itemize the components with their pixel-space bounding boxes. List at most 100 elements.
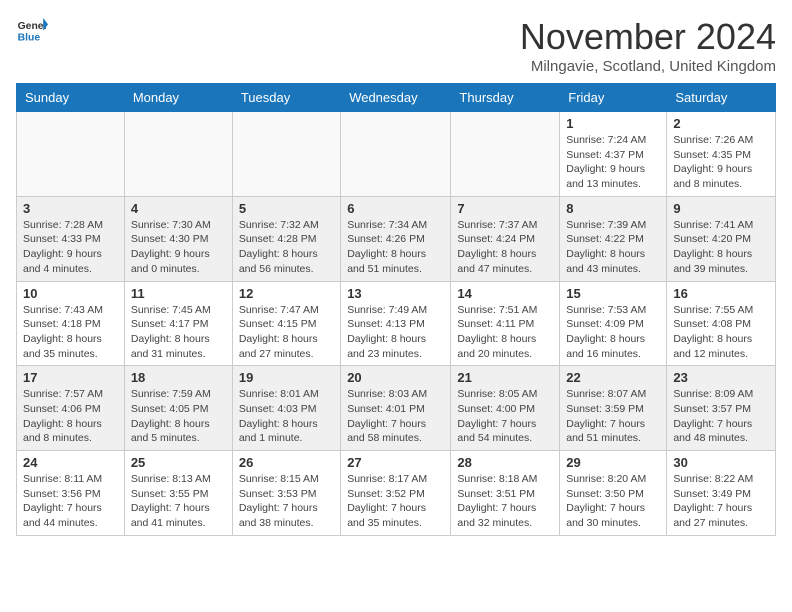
header: General Blue November 2024 Milngavie, Sc… xyxy=(16,16,776,75)
page: General Blue November 2024 Milngavie, Sc… xyxy=(0,0,792,552)
day-info: Sunrise: 7:43 AM Sunset: 4:18 PM Dayligh… xyxy=(23,303,118,362)
day-info: Sunrise: 8:17 AM Sunset: 3:52 PM Dayligh… xyxy=(347,472,444,531)
calendar-cell: 21 Sunrise: 8:05 AM Sunset: 4:00 PM Dayli… xyxy=(451,366,560,451)
day-info: Sunrise: 7:45 AM Sunset: 4:17 PM Dayligh… xyxy=(131,303,226,362)
day-info: Sunrise: 8:05 AM Sunset: 4:00 PM Dayligh… xyxy=(457,387,553,446)
day-number: 22 xyxy=(566,370,660,385)
day-info: Sunrise: 7:39 AM Sunset: 4:22 PM Dayligh… xyxy=(566,218,660,277)
calendar-cell: 12 Sunrise: 7:47 AM Sunset: 4:15 PM Dayli… xyxy=(232,281,340,366)
day-info: Sunrise: 8:18 AM Sunset: 3:51 PM Dayligh… xyxy=(457,472,553,531)
day-info: Sunrise: 8:11 AM Sunset: 3:56 PM Dayligh… xyxy=(23,472,118,531)
day-number: 4 xyxy=(131,201,226,216)
calendar-cell: 4 Sunrise: 7:30 AM Sunset: 4:30 PM Daylig… xyxy=(124,196,232,281)
day-info: Sunrise: 7:26 AM Sunset: 4:35 PM Dayligh… xyxy=(673,133,769,192)
calendar: Sunday Monday Tuesday Wednesday Thursday… xyxy=(16,83,776,536)
month-title: November 2024 xyxy=(520,16,776,58)
calendar-cell: 19 Sunrise: 8:01 AM Sunset: 4:03 PM Dayli… xyxy=(232,366,340,451)
col-monday: Monday xyxy=(124,84,232,112)
day-info: Sunrise: 7:47 AM Sunset: 4:15 PM Dayligh… xyxy=(239,303,334,362)
day-info: Sunrise: 7:41 AM Sunset: 4:20 PM Dayligh… xyxy=(673,218,769,277)
calendar-cell xyxy=(124,112,232,197)
day-info: Sunrise: 7:57 AM Sunset: 4:06 PM Dayligh… xyxy=(23,387,118,446)
calendar-cell: 7 Sunrise: 7:37 AM Sunset: 4:24 PM Daylig… xyxy=(451,196,560,281)
calendar-cell: 16 Sunrise: 7:55 AM Sunset: 4:08 PM Dayli… xyxy=(667,281,776,366)
day-number: 26 xyxy=(239,455,334,470)
day-info: Sunrise: 7:32 AM Sunset: 4:28 PM Dayligh… xyxy=(239,218,334,277)
day-info: Sunrise: 7:34 AM Sunset: 4:26 PM Dayligh… xyxy=(347,218,444,277)
col-sunday: Sunday xyxy=(17,84,125,112)
day-number: 9 xyxy=(673,201,769,216)
calendar-cell: 1Sunrise: 7:24 AM Sunset: 4:37 PM Daylig… xyxy=(560,112,667,197)
calendar-cell xyxy=(451,112,560,197)
day-info: Sunrise: 7:51 AM Sunset: 4:11 PM Dayligh… xyxy=(457,303,553,362)
day-info: Sunrise: 8:13 AM Sunset: 3:55 PM Dayligh… xyxy=(131,472,226,531)
col-thursday: Thursday xyxy=(451,84,560,112)
calendar-cell: 22 Sunrise: 8:07 AM Sunset: 3:59 PM Dayli… xyxy=(560,366,667,451)
calendar-cell: 24 Sunrise: 8:11 AM Sunset: 3:56 PM Dayli… xyxy=(17,451,125,536)
day-number: 2 xyxy=(673,116,769,131)
day-number: 16 xyxy=(673,286,769,301)
col-wednesday: Wednesday xyxy=(341,84,451,112)
day-number: 28 xyxy=(457,455,553,470)
calendar-week-4: 17Sunrise: 7:57 AM Sunset: 4:06 PM Dayli… xyxy=(17,366,776,451)
calendar-week-5: 24 Sunrise: 8:11 AM Sunset: 3:56 PM Dayli… xyxy=(17,451,776,536)
calendar-cell: 13 Sunrise: 7:49 AM Sunset: 4:13 PM Dayli… xyxy=(341,281,451,366)
day-info: Sunrise: 7:55 AM Sunset: 4:08 PM Dayligh… xyxy=(673,303,769,362)
day-number: 13 xyxy=(347,286,444,301)
calendar-week-2: 3 Sunrise: 7:28 AM Sunset: 4:33 PM Daylig… xyxy=(17,196,776,281)
day-number: 3 xyxy=(23,201,118,216)
calendar-cell: 26 Sunrise: 8:15 AM Sunset: 3:53 PM Dayli… xyxy=(232,451,340,536)
day-number: 5 xyxy=(239,201,334,216)
calendar-cell: 20 Sunrise: 8:03 AM Sunset: 4:01 PM Dayli… xyxy=(341,366,451,451)
day-number: 25 xyxy=(131,455,226,470)
calendar-cell: 2 Sunrise: 7:26 AM Sunset: 4:35 PM Daylig… xyxy=(667,112,776,197)
calendar-cell: 17Sunrise: 7:57 AM Sunset: 4:06 PM Dayli… xyxy=(17,366,125,451)
day-number: 6 xyxy=(347,201,444,216)
day-info: Sunrise: 8:09 AM Sunset: 3:57 PM Dayligh… xyxy=(673,387,769,446)
calendar-cell: 8Sunrise: 7:39 AM Sunset: 4:22 PM Daylig… xyxy=(560,196,667,281)
day-number: 19 xyxy=(239,370,334,385)
day-info: Sunrise: 7:49 AM Sunset: 4:13 PM Dayligh… xyxy=(347,303,444,362)
calendar-cell xyxy=(17,112,125,197)
calendar-cell: 10Sunrise: 7:43 AM Sunset: 4:18 PM Dayli… xyxy=(17,281,125,366)
day-info: Sunrise: 8:07 AM Sunset: 3:59 PM Dayligh… xyxy=(566,387,660,446)
logo: General Blue xyxy=(16,16,52,44)
day-info: Sunrise: 8:22 AM Sunset: 3:49 PM Dayligh… xyxy=(673,472,769,531)
day-number: 20 xyxy=(347,370,444,385)
day-info: Sunrise: 7:30 AM Sunset: 4:30 PM Dayligh… xyxy=(131,218,226,277)
day-info: Sunrise: 8:01 AM Sunset: 4:03 PM Dayligh… xyxy=(239,387,334,446)
calendar-cell: 11 Sunrise: 7:45 AM Sunset: 4:17 PM Dayli… xyxy=(124,281,232,366)
calendar-week-3: 10Sunrise: 7:43 AM Sunset: 4:18 PM Dayli… xyxy=(17,281,776,366)
day-number: 12 xyxy=(239,286,334,301)
calendar-cell: 6 Sunrise: 7:34 AM Sunset: 4:26 PM Daylig… xyxy=(341,196,451,281)
day-number: 29 xyxy=(566,455,660,470)
calendar-cell: 23Sunrise: 8:09 AM Sunset: 3:57 PM Dayli… xyxy=(667,366,776,451)
calendar-cell: 30Sunrise: 8:22 AM Sunset: 3:49 PM Dayli… xyxy=(667,451,776,536)
calendar-cell: 3 Sunrise: 7:28 AM Sunset: 4:33 PM Daylig… xyxy=(17,196,125,281)
day-info: Sunrise: 7:24 AM Sunset: 4:37 PM Dayligh… xyxy=(566,133,660,192)
title-block: November 2024 Milngavie, Scotland, Unite… xyxy=(520,16,776,75)
day-number: 11 xyxy=(131,286,226,301)
calendar-cell: 18Sunrise: 7:59 AM Sunset: 4:05 PM Dayli… xyxy=(124,366,232,451)
day-info: Sunrise: 8:20 AM Sunset: 3:50 PM Dayligh… xyxy=(566,472,660,531)
calendar-cell: 28 Sunrise: 8:18 AM Sunset: 3:51 PM Dayli… xyxy=(451,451,560,536)
day-number: 27 xyxy=(347,455,444,470)
day-info: Sunrise: 7:28 AM Sunset: 4:33 PM Dayligh… xyxy=(23,218,118,277)
day-info: Sunrise: 8:15 AM Sunset: 3:53 PM Dayligh… xyxy=(239,472,334,531)
calendar-cell: 27 Sunrise: 8:17 AM Sunset: 3:52 PM Dayli… xyxy=(341,451,451,536)
day-number: 7 xyxy=(457,201,553,216)
day-number: 15 xyxy=(566,286,660,301)
day-number: 24 xyxy=(23,455,118,470)
day-info: Sunrise: 7:37 AM Sunset: 4:24 PM Dayligh… xyxy=(457,218,553,277)
day-info: Sunrise: 8:03 AM Sunset: 4:01 PM Dayligh… xyxy=(347,387,444,446)
day-number: 21 xyxy=(457,370,553,385)
day-info: Sunrise: 7:53 AM Sunset: 4:09 PM Dayligh… xyxy=(566,303,660,362)
calendar-cell: 29 Sunrise: 8:20 AM Sunset: 3:50 PM Dayli… xyxy=(560,451,667,536)
day-number: 14 xyxy=(457,286,553,301)
col-tuesday: Tuesday xyxy=(232,84,340,112)
header-row: Sunday Monday Tuesday Wednesday Thursday… xyxy=(17,84,776,112)
location: Milngavie, Scotland, United Kingdom xyxy=(520,58,776,75)
calendar-cell: 9 Sunrise: 7:41 AM Sunset: 4:20 PM Daylig… xyxy=(667,196,776,281)
col-friday: Friday xyxy=(560,84,667,112)
calendar-cell: 5 Sunrise: 7:32 AM Sunset: 4:28 PM Daylig… xyxy=(232,196,340,281)
